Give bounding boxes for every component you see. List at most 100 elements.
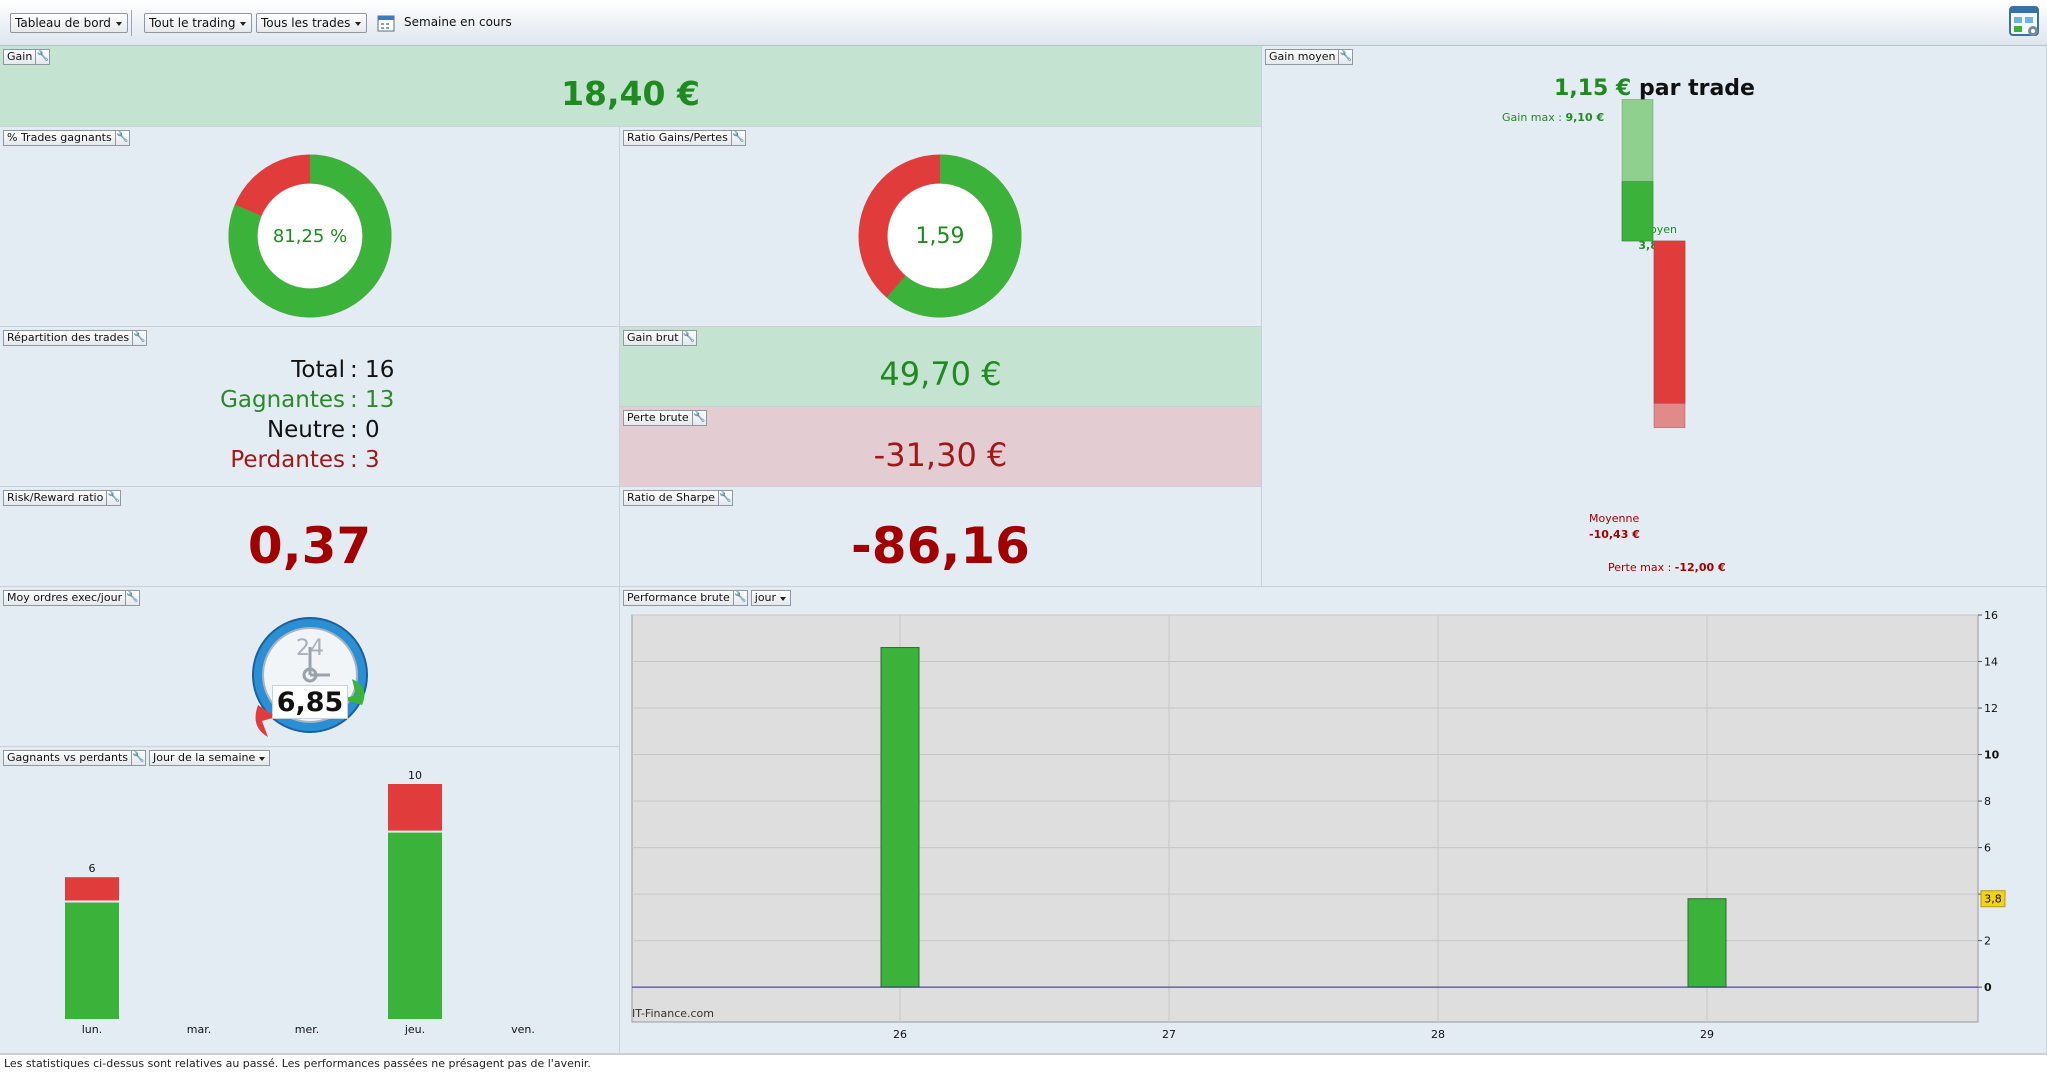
- y-tick-label: 16: [1984, 609, 1998, 622]
- wrench-icon[interactable]: 🔧: [115, 130, 130, 146]
- gvp-chart: 6 lun. mar. mer. 10 jeu. ven.: [65, 769, 535, 1036]
- repartition-value: : 16: [350, 357, 395, 383]
- x-tick-label: 28: [1431, 1028, 1445, 1041]
- panel-title-label: Risk/Reward ratio: [3, 490, 108, 506]
- trades-select[interactable]: Tous les trades: [256, 13, 368, 33]
- gvp-losers-bar: [388, 784, 442, 831]
- panel-title-label: Gain: [3, 49, 37, 65]
- x-tick-label: 29: [1700, 1028, 1714, 1041]
- gvp-data-label: 6: [89, 862, 96, 875]
- panel-title-label: Répartition des trades: [3, 330, 134, 346]
- moy-ordres-panel-title: Moy ordres exec/jour 🔧: [3, 590, 141, 606]
- gvp-winners-bar: [388, 832, 442, 1019]
- gvp-category-label: mer.: [295, 1023, 320, 1036]
- dashboard-settings-icon[interactable]: [2009, 6, 2041, 38]
- calendar-icon[interactable]: [377, 14, 397, 32]
- trading-select[interactable]: Tout le trading: [144, 13, 253, 33]
- panel-title-label: Moy ordres exec/jour: [3, 590, 127, 606]
- gain-value: 18,40 €: [561, 74, 700, 113]
- y-tick-label: 8: [1984, 795, 1991, 808]
- repartition-label: Gagnantes: [220, 387, 345, 413]
- repartition-row-gagnantes: Gagnantes: 13: [0, 387, 620, 417]
- y-tick-label: 0: [1984, 981, 1992, 994]
- pct-gagnants-panel-title: % Trades gagnants 🔧: [3, 130, 130, 146]
- gain-brut-panel: Gain brut 🔧 49,70 €: [620, 327, 1262, 407]
- y-tick-label: 6: [1984, 842, 1991, 855]
- wrench-icon[interactable]: 🔧: [731, 130, 746, 146]
- panel-title-label: Ratio Gains/Pertes: [623, 130, 732, 146]
- risk-reward-panel: Risk/Reward ratio 🔧 0,37: [0, 487, 620, 587]
- risk-reward-panel-title: Risk/Reward ratio 🔧: [3, 490, 122, 506]
- repartition-label: Perdantes: [230, 447, 345, 473]
- pct-gagnants-panel: % Trades gagnants 🔧 81,25 %: [0, 127, 620, 327]
- gvp-category-label: mar.: [187, 1023, 211, 1036]
- gvp-data-label: 10: [408, 769, 422, 782]
- gain-moyen-bars: [1621, 99, 1686, 428]
- panel-title-label: % Trades gagnants: [3, 130, 116, 146]
- repartition-value: : 3: [350, 447, 380, 473]
- gvp-panel: Gagnants vs perdants 🔧 Jour de la semaine …: [0, 747, 620, 1054]
- sharpe-panel-title: Ratio de Sharpe 🔧: [623, 490, 733, 506]
- gain-avg-bar: [1621, 181, 1654, 242]
- wrench-icon[interactable]: 🔧: [36, 49, 51, 65]
- repartition-row-total: Total: 16: [0, 357, 620, 387]
- perte-brute-panel: Perte brute 🔧 -31,30 €: [620, 407, 1262, 487]
- repartition-value: : 13: [350, 387, 395, 413]
- repartition-label: Total: [291, 357, 345, 383]
- performance-bar: [880, 647, 920, 988]
- gain-moyen-panel: Gain moyen 🔧 1,15 € par trade Gain max : …: [1262, 46, 2047, 587]
- plot-area: [631, 614, 1979, 1023]
- toolbar-separator: [131, 10, 132, 36]
- repartition-row-perdantes: Perdantes: 3: [0, 447, 620, 477]
- panel-title-label: Perte brute: [623, 410, 693, 426]
- clock-dial-label: 24: [296, 636, 324, 661]
- wrench-icon[interactable]: 🔧: [107, 490, 122, 506]
- y-tick-label: 12: [1984, 702, 1998, 715]
- wrench-icon[interactable]: 🔧: [692, 410, 707, 426]
- wrench-icon[interactable]: 🔧: [718, 490, 733, 506]
- watermark: IT-Finance.com: [632, 1007, 714, 1020]
- disclaimer-footer: Les statistiques ci-dessus sont relative…: [0, 1054, 2047, 1072]
- x-tick-label: 26: [893, 1028, 907, 1041]
- perte-brute-value: -31,30 €: [873, 436, 1008, 474]
- y-tick-label: 10: [1984, 749, 2000, 762]
- gvp-category-label: jeu.: [404, 1023, 425, 1036]
- wrench-icon[interactable]: 🔧: [126, 590, 141, 606]
- ratio-gains-panel: Ratio Gains/Pertes 🔧 1,59: [620, 127, 1262, 327]
- sharpe-panel: Ratio de Sharpe 🔧 -86,16: [620, 487, 1262, 587]
- moy-ordres-value: 6,85: [272, 685, 348, 719]
- repartition-label: Neutre: [266, 417, 345, 443]
- moy-ordres-panel: Moy ordres exec/jour 🔧 24 6,85: [0, 587, 620, 747]
- period-label[interactable]: Semaine en cours: [404, 15, 512, 29]
- panel-title-label: Ratio de Sharpe: [623, 490, 719, 506]
- sharpe-value: -86,16: [851, 517, 1030, 575]
- current-value-label: 3,8: [1984, 893, 2002, 906]
- toolbar: Tableau de bord Tout le trading Tous les…: [0, 0, 2047, 46]
- gvp-category-label: lun.: [82, 1023, 103, 1036]
- panel-title-label: Gain brut: [623, 330, 683, 346]
- y-tick-label: 14: [1984, 656, 1998, 669]
- gain-brut-panel-title: Gain brut 🔧: [623, 330, 697, 346]
- performance-panel: Performance brute 🔧 jour 0 2 6 8 10 12 14 16 26 27 2…: [620, 587, 2047, 1054]
- x-tick-label: 27: [1162, 1028, 1176, 1041]
- performance-chart: 02681012141626 27 28 293,8: [631, 609, 2006, 1041]
- wrench-icon[interactable]: 🔧: [682, 330, 697, 346]
- repartition-panel: Répartition des trades 🔧 Total: 16 Gagnan…: [0, 327, 620, 487]
- gain-panel: Gain 🔧 18,40 €: [0, 46, 1262, 127]
- gain-panel-title: Gain 🔧: [3, 49, 51, 65]
- repartition-panel-title: Répartition des trades 🔧: [3, 330, 148, 346]
- gvp-winners-bar: [65, 902, 119, 1019]
- repartition-value: : 0: [350, 417, 380, 443]
- risk-reward-value: 0,37: [247, 517, 372, 575]
- clock-icon: 24: [252, 617, 368, 737]
- gvp-losers-bar: [65, 877, 119, 901]
- gain-brut-value: 49,70 €: [879, 355, 1002, 393]
- repartition-row-neutre: Neutre: 0: [0, 417, 620, 447]
- wrench-icon[interactable]: 🔧: [133, 330, 148, 346]
- loss-avg-bar: [1653, 240, 1686, 404]
- ratio-gains-value: 1,59: [915, 224, 965, 249]
- gvp-category-label: ven.: [511, 1023, 535, 1036]
- performance-bar: [1687, 898, 1727, 988]
- dashboard-select[interactable]: Tableau de bord: [10, 13, 128, 33]
- perte-brute-panel-title: Perte brute 🔧: [623, 410, 707, 426]
